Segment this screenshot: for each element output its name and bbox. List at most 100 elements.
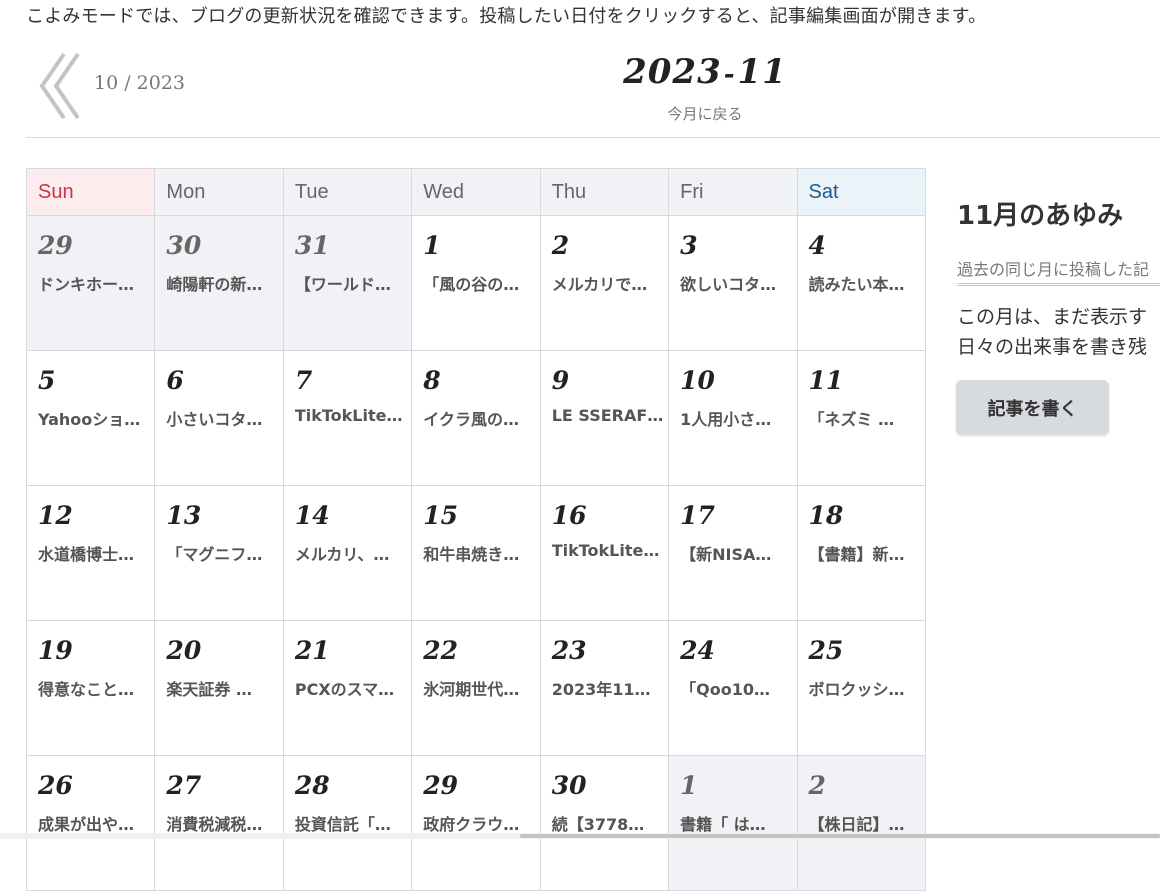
- calendar-day-cell[interactable]: 18 【書籍】新…: [796, 485, 927, 621]
- post-title[interactable]: 成果が出や…: [38, 811, 150, 835]
- monthly-summary-title: 11月のあゆみ: [957, 201, 1124, 231]
- post-title[interactable]: 【書籍】新…: [809, 541, 921, 565]
- scrollbar-thumb[interactable]: [520, 834, 1160, 838]
- post-title[interactable]: 「風の谷の…: [423, 271, 535, 295]
- post-title[interactable]: 2023年11…: [552, 676, 664, 700]
- day-number: 26: [38, 771, 73, 800]
- post-title[interactable]: PCXのスマ…: [295, 676, 407, 700]
- horizontal-scrollbar[interactable]: [0, 833, 1160, 839]
- post-title[interactable]: メルカリで…: [552, 271, 664, 295]
- day-number: 28: [294, 771, 330, 800]
- post-title[interactable]: 得意なこと…: [38, 676, 150, 700]
- post-title[interactable]: 「マグニフ…: [166, 541, 278, 565]
- post-title[interactable]: LE SSERAF…: [552, 406, 664, 425]
- day-number: 31: [294, 231, 330, 260]
- post-title[interactable]: Yahooショ…: [38, 406, 150, 430]
- calendar-week-row: 26 成果が出や… 27 消費税減税… 28 投資信託「… 29 政府クラウ… 30 続【…: [25, 755, 927, 891]
- calendar-day-cell[interactable]: 5 Yahooショ…: [25, 350, 156, 486]
- day-number: 29: [38, 231, 73, 260]
- prev-month-link[interactable]: 10 / 2023: [34, 50, 204, 122]
- day-number: 30: [551, 771, 587, 800]
- post-title[interactable]: 楽天証券 …: [166, 676, 278, 700]
- calendar-day-cell[interactable]: 6 小さいコタ…: [154, 350, 284, 486]
- post-title[interactable]: ボロクッシ…: [809, 676, 921, 700]
- post-title[interactable]: 続【3778…: [552, 811, 664, 835]
- day-number: 21: [294, 636, 330, 665]
- post-title[interactable]: メルカリ、…: [295, 541, 407, 565]
- post-title[interactable]: 小さいコタ…: [166, 406, 278, 430]
- calendar-day-cell[interactable]: 13 「マグニフ…: [154, 485, 284, 621]
- calendar-day-cell[interactable]: 23 2023年11…: [539, 620, 670, 756]
- calendar-day-cell[interactable]: 30 続【3778…: [539, 755, 670, 891]
- post-title[interactable]: 消費税減税…: [166, 811, 278, 835]
- calendar-day-cell[interactable]: 22 氷河期世代…: [411, 620, 541, 756]
- past-same-month-posts-link[interactable]: 過去の同じ月に投稿した記: [957, 256, 1160, 286]
- calendar-day-cell[interactable]: 19 得意なこと…: [25, 620, 156, 756]
- calendar-day-cell[interactable]: 12 水道橋博士…: [25, 485, 156, 621]
- day-number: 23: [551, 636, 587, 665]
- calendar-day-cell[interactable]: 31 【ワールド…: [282, 215, 413, 351]
- post-title[interactable]: 【新NISA…: [680, 541, 792, 565]
- calendar-day-cell[interactable]: 14 メルカリ、…: [282, 485, 413, 621]
- calendar-day-cell[interactable]: 2 メルカリで…: [539, 215, 670, 351]
- weekday-sun: Sun: [25, 168, 156, 216]
- post-title[interactable]: 氷河期世代…: [423, 676, 535, 700]
- calendar-day-cell[interactable]: 2 【株日記】…: [796, 755, 927, 891]
- weekday-thu: Thu: [539, 168, 670, 216]
- calendar-day-cell[interactable]: 16 TikTokLite…: [539, 485, 670, 621]
- calendar-day-cell[interactable]: 7 TikTokLite…: [282, 350, 413, 486]
- post-title[interactable]: 1人用小さ…: [680, 406, 792, 430]
- calendar-day-cell[interactable]: 21 PCXのスマ…: [282, 620, 413, 756]
- calendar-day-cell[interactable]: 9 LE SSERAF…: [539, 350, 670, 486]
- calendar-day-cell[interactable]: 25 ボロクッシ…: [796, 620, 927, 756]
- post-title[interactable]: 書籍「 は…: [680, 811, 792, 835]
- post-title[interactable]: 【ワールド…: [295, 271, 407, 295]
- calendar-day-cell[interactable]: 3 欲しいコタ…: [668, 215, 798, 351]
- prev-month-label: 10 / 2023: [94, 72, 186, 94]
- calendar-day-cell[interactable]: 11 「ネズミ …: [796, 350, 927, 486]
- day-number: 17: [680, 501, 715, 530]
- post-title[interactable]: 和牛串焼き…: [423, 541, 535, 565]
- back-to-current-month-link[interactable]: 今月に戻る: [570, 103, 840, 124]
- post-title[interactable]: TikTokLite…: [295, 406, 407, 425]
- write-post-button[interactable]: 記事を書く: [956, 380, 1109, 435]
- calendar-day-cell[interactable]: 28 投資信託「…: [282, 755, 413, 891]
- calendar-day-cell[interactable]: 15 和牛串焼き…: [411, 485, 541, 621]
- calendar-day-cell[interactable]: 4 読みたい本…: [796, 215, 927, 351]
- calendar-day-cell[interactable]: 10 1人用小さ…: [668, 350, 798, 486]
- day-number: 27: [166, 771, 202, 800]
- calendar-day-cell[interactable]: 30 崎陽軒の新…: [154, 215, 284, 351]
- calendar-day-cell[interactable]: 24 「Qoo10…: [668, 620, 798, 756]
- post-title[interactable]: イクラ風の…: [423, 406, 535, 430]
- calendar-day-cell[interactable]: 29 ドンキホー…: [25, 215, 156, 351]
- day-number: 29: [423, 771, 459, 800]
- calendar-day-cell[interactable]: 8 イクラ風の…: [411, 350, 541, 486]
- post-title[interactable]: 崎陽軒の新…: [166, 271, 278, 295]
- day-number: 10: [680, 366, 715, 395]
- calendar-day-cell[interactable]: 26 成果が出や…: [25, 755, 156, 891]
- day-number: 1: [680, 771, 698, 800]
- calendar-week-row: 29 ドンキホー… 30 崎陽軒の新… 31 【ワールド… 1 「風の谷の… 2 メルカリ…: [25, 215, 927, 351]
- post-title[interactable]: 水道橋博士…: [38, 541, 150, 565]
- post-title[interactable]: ドンキホー…: [38, 271, 150, 295]
- calendar-day-cell[interactable]: 29 政府クラウ…: [411, 755, 541, 891]
- day-number: 14: [294, 501, 330, 530]
- post-title[interactable]: TikTokLite…: [552, 541, 664, 560]
- day-number: 5: [38, 366, 56, 395]
- calendar-week-row: 5 Yahooショ… 6 小さいコタ… 7 TikTokLite… 8 イクラ風の… 9…: [25, 350, 927, 486]
- post-title[interactable]: 読みたい本…: [809, 271, 921, 295]
- calendar-day-cell[interactable]: 1 「風の谷の…: [411, 215, 541, 351]
- day-number: 2: [808, 771, 826, 800]
- post-title[interactable]: 「ネズミ …: [809, 406, 921, 430]
- calendar-day-cell[interactable]: 27 消費税減税…: [154, 755, 284, 891]
- post-title[interactable]: 政府クラウ…: [423, 811, 535, 835]
- summary-text-line: この月は、まだ表示す: [957, 306, 1148, 328]
- day-number: 6: [166, 366, 184, 395]
- calendar-day-cell[interactable]: 1 書籍「 は…: [668, 755, 798, 891]
- post-title[interactable]: 欲しいコタ…: [680, 271, 792, 295]
- calendar-day-cell[interactable]: 20 楽天証券 …: [154, 620, 284, 756]
- post-title[interactable]: 投資信託「…: [295, 811, 407, 835]
- post-title[interactable]: 「Qoo10…: [680, 676, 792, 700]
- calendar-day-cell[interactable]: 17 【新NISA…: [668, 485, 798, 621]
- post-title[interactable]: 【株日記】…: [809, 811, 921, 835]
